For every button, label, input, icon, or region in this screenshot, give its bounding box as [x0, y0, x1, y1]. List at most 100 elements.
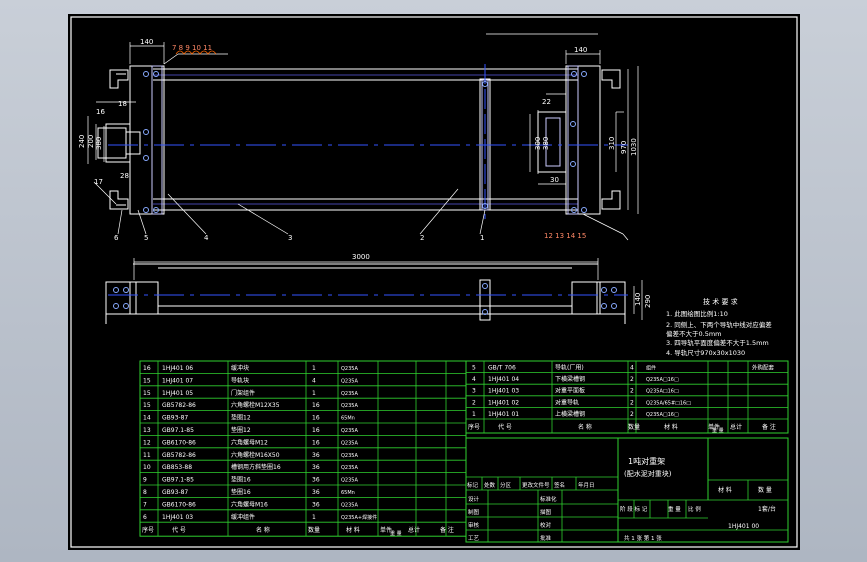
role2-1: 描图 — [540, 508, 552, 516]
bom-right-row-4-no: 1 — [472, 411, 476, 418]
bom-left-row-5-qty: 16 — [312, 427, 320, 434]
bom-left-row-6-qty: 16 — [312, 439, 320, 446]
bom-left-row-10-qty: 36 — [312, 489, 320, 496]
rev-header-1: 处数 — [484, 481, 496, 489]
bom-left-row-9-name: 垫圈16 — [231, 476, 251, 484]
sheet-count: 共 1 张 第 1 张 — [624, 534, 662, 542]
bom-right-row-0-no: 5 — [472, 365, 476, 372]
bom-right-row-1-code: 1HJ401 04 — [488, 376, 519, 383]
bom-right-row-4-code: 1HJ401 01 — [488, 411, 519, 418]
dim-240: 240 — [78, 135, 86, 148]
label-5: 5 — [144, 234, 148, 242]
bom-right-row-4-material: Q235A□16□ — [646, 412, 679, 418]
bom-right-row-1-material: Q235A□16□ — [646, 377, 679, 383]
role-3: 工艺 — [468, 535, 480, 542]
bom-left-row-4-qty: 16 — [312, 415, 320, 422]
bom-right-row-3-qty: 2 — [630, 399, 634, 406]
tech-req-title: 技 术 要 求 — [703, 297, 738, 306]
dim-310: 310 — [608, 137, 616, 150]
front-view — [105, 263, 626, 324]
bom-left-row-1-qty: 4 — [312, 377, 316, 384]
label-6: 6 — [114, 234, 119, 242]
bom-left-row-0-qty: 1 — [312, 365, 316, 372]
bom-left-row-9-code: GB97.1-85 — [162, 477, 194, 484]
bom-left-row-12-no: 6 — [143, 514, 147, 521]
drawing-name-line-1: 1吨对重架 — [628, 456, 665, 466]
drawing-name-line-2: (配水泥对重块) — [624, 469, 672, 478]
tech-req-line-1: 1. 此图绘图比例1:10 — [666, 309, 728, 318]
bom-left-row-10-name: 垫圈16 — [231, 488, 251, 496]
bom-table-left: 16 1HJ401 06 缓冲块 1 Q235A15 1HJ401 07 导轨块 4 Q235A… — [139, 360, 467, 537]
bom-left-row-7-material: Q235A — [341, 453, 358, 459]
rev-header-4: 签名 — [554, 481, 565, 489]
bom-left-row-8-no: 10 — [143, 464, 151, 471]
drawing-number: 1HJ401 00 — [728, 523, 759, 530]
dim-3000: 3000 — [352, 253, 370, 261]
bom-right-row-2-no: 3 — [472, 388, 476, 395]
bom-left-row-9-material: Q235A — [341, 478, 358, 484]
bom-right-row-1-qty: 2 — [630, 376, 634, 383]
dimension-lines-top — [87, 33, 639, 241]
dim-380-mid: 380 — [542, 137, 550, 150]
bom-left-row-2-code: 1HJ401 05 — [162, 390, 193, 397]
bom-left-row-11-no: 7 — [143, 501, 147, 508]
bom-left-row-2-no: 15 — [143, 390, 151, 397]
dim-28: 28 — [120, 172, 129, 180]
callout-12-15: 12 13 14 15 — [544, 232, 586, 240]
bom-left-row-10-no: 8 — [143, 489, 147, 496]
bom-right-header-0: 序号 — [468, 423, 480, 431]
bom-right-header-4: 材 料 — [664, 423, 678, 431]
dimension-lines-front — [133, 258, 643, 320]
bom-left-row-8-code: GB853-88 — [162, 464, 192, 471]
bolt-holes-front — [113, 283, 617, 315]
bom-left-row-7-no: 11 — [143, 452, 151, 459]
dimension-labels-front: 3000 140 290 — [352, 253, 652, 308]
role2-3: 批准 — [540, 534, 552, 542]
bom-table-right: 5 GB/T 706 导轨(厂用) 4 组件 外购配套 4 1HJ401 04 下横梁槽钢 2 Q2… — [465, 360, 789, 434]
bom-right-row-3-material: Q235A/65#□16□ — [646, 400, 691, 406]
bom-left-row-5-name: 垫圈12 — [231, 426, 251, 434]
bom-left-row-4-material: 65Mn — [341, 416, 355, 422]
bom-left-row-10-material: 65Mn — [341, 490, 355, 496]
dim-1030: 1030 — [630, 138, 638, 156]
bom-right-row-2-name: 对重平面板 — [555, 387, 585, 395]
dim-380: 380 — [95, 137, 103, 150]
bom-right-row-2-code: 1HJ401 03 — [488, 388, 519, 395]
bom-right-row-3-name: 对重导轨 — [555, 398, 579, 406]
bom-left-row-8-name: 槽钢用方斜垫圈16 — [231, 463, 281, 471]
bom-left-row-2-name: 门架组件 — [231, 389, 255, 397]
bom-left-row-3-material: Q235A — [341, 403, 358, 409]
bom-left-row-3-no: 15 — [143, 402, 151, 409]
dim-290-front: 290 — [644, 295, 652, 308]
dim-140-front: 140 — [634, 293, 642, 306]
bom-left-row-2-qty: 1 — [312, 390, 316, 397]
bom-left-row-4-code: GB93-87 — [162, 415, 188, 422]
bom-left-header-0: 序号 — [142, 526, 154, 534]
bom-left-row-5-no: 13 — [143, 427, 151, 434]
dim-300: 300 — [534, 137, 542, 150]
bom-right-row-1-name: 下横梁槽钢 — [555, 375, 585, 383]
bom-left-row-8-material: Q235A — [341, 465, 358, 471]
bom-left-row-9-no: 9 — [143, 477, 147, 484]
bom-right-row-0-name: 导轨(厂用) — [555, 364, 584, 372]
bom-left-row-0-material: Q235A — [341, 366, 358, 372]
bom-left-row-1-code: 1HJ401 07 — [162, 377, 193, 384]
tech-req-line-2: 2. 同侧上、下两个导轨中线对应偏差 — [666, 320, 772, 329]
drawing-canvas: 140 7 8 9 10 11 140 18 16 240 200 380 28… — [68, 14, 800, 550]
bom-left-row-9-qty: 36 — [312, 477, 320, 484]
bom-right-row-0-qty: 4 — [630, 365, 634, 372]
bom-right-row-0-code: GB/T 706 — [488, 365, 516, 372]
role-2: 审核 — [468, 521, 480, 529]
bom-left-row-11-code: GB6170-86 — [162, 501, 196, 508]
tech-req-line-4: 3. 四导轨平面度偏差不大于1.5mm — [666, 338, 769, 347]
tech-req-line-5: 4. 导轨尺寸970x30x1030 — [666, 348, 745, 357]
dim-140-right: 140 — [574, 46, 587, 54]
dim-140-left: 140 — [140, 38, 153, 46]
qty-value: 1套/台 — [758, 505, 776, 513]
bom-left-row-11-name: 六角螺母M16 — [231, 500, 268, 508]
bom-right-row-3-no: 2 — [472, 399, 476, 406]
bom-left-row-4-name: 垫圈12 — [231, 414, 251, 422]
bom-left-row-0-name: 缓冲块 — [231, 364, 249, 372]
callout-7-11: 7 8 9 10 11 — [172, 44, 212, 52]
bom-left-row-5-material: Q235A — [341, 428, 358, 434]
